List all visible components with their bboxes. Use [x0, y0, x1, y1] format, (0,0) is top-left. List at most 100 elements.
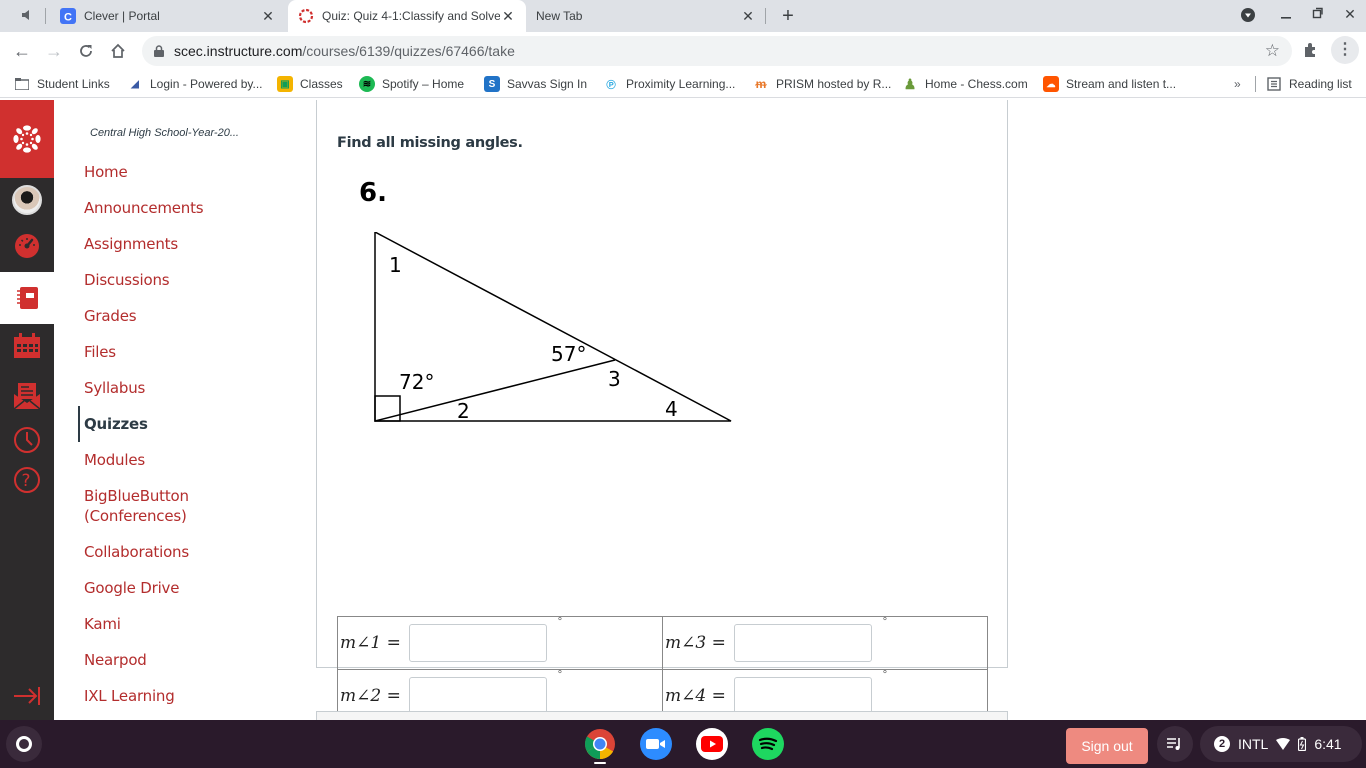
course-nav-grades[interactable]: Grades	[84, 306, 137, 326]
angle-2-input[interactable]	[409, 677, 548, 715]
bookmark-classes[interactable]: ▣ Classes	[277, 75, 343, 93]
profile-dropdown-icon[interactable]	[1238, 7, 1258, 26]
course-nav-announcements[interactable]: Announcements	[84, 198, 204, 218]
angle-2-label: m∠2 =	[340, 686, 401, 706]
account-nav-item[interactable]	[0, 178, 54, 222]
courses-nav-item[interactable]	[0, 272, 54, 324]
course-nav-modules[interactable]: Modules	[84, 450, 145, 470]
media-queue-icon	[1167, 738, 1180, 750]
course-nav-ixl-learning[interactable]: IXL Learning	[84, 686, 175, 706]
help-icon: ?	[14, 467, 40, 493]
answer-cell: m∠3 = °	[662, 616, 988, 670]
dashboard-nav-item[interactable]	[0, 224, 54, 268]
course-nav-syllabus[interactable]: Syllabus	[84, 378, 145, 398]
browser-toolbar: ← → scec.instructure.com/courses/6139/qu…	[0, 32, 1366, 70]
inbox-nav-item[interactable]	[0, 374, 54, 418]
close-window-button[interactable]: ✕	[1340, 6, 1360, 23]
course-nav-bigbluebutton[interactable]: BigBlueButton (Conferences)	[84, 486, 214, 526]
address-bar[interactable]: scec.instructure.com/courses/6139/quizze…	[142, 36, 1292, 66]
classroom-icon: ▣	[277, 76, 293, 92]
clever-icon: C	[60, 8, 76, 24]
tab-quiz[interactable]: Quiz: Quiz 4-1:Classify and Solve ✕	[288, 0, 526, 32]
close-tab-icon[interactable]: ✕	[260, 8, 276, 25]
media-controls-button[interactable]	[1157, 726, 1193, 762]
angle-4-label: m∠4 =	[665, 686, 726, 706]
youtube-app-icon[interactable]	[696, 728, 728, 760]
angle-label-3: 3	[608, 367, 621, 391]
angle-1-input[interactable]	[409, 624, 548, 662]
bookmark-login[interactable]: ◢ Login - Powered by...	[127, 75, 262, 93]
given-angle-72: 72°	[399, 370, 434, 394]
close-tab-icon[interactable]: ✕	[740, 8, 756, 25]
reading-list-label: Reading list	[1289, 77, 1352, 91]
home-button[interactable]	[107, 40, 129, 62]
close-tab-icon[interactable]: ✕	[500, 8, 516, 25]
angle-4-input[interactable]	[734, 677, 873, 715]
chrome-menu-button[interactable]: ⋮	[1331, 36, 1359, 64]
course-nav-home[interactable]: Home	[84, 162, 128, 182]
input-method: INTL	[1238, 736, 1269, 752]
audio-icon[interactable]	[20, 8, 36, 24]
tab-new-tab[interactable]: New Tab ✕	[528, 0, 764, 32]
course-nav-assignments[interactable]: Assignments	[84, 234, 178, 254]
active-app-indicator	[594, 762, 606, 764]
login-icon: ◢	[131, 78, 139, 90]
status-tray[interactable]: 2 INTL 6:41	[1200, 726, 1362, 762]
bookmark-separator	[1255, 76, 1256, 92]
course-nav-files[interactable]: Files	[84, 342, 116, 362]
new-tab-button[interactable]: +	[778, 6, 798, 26]
active-indicator	[78, 406, 80, 442]
forward-button[interactable]: →	[43, 40, 65, 62]
canvas-logo-button[interactable]	[0, 100, 54, 178]
canvas-logo-icon	[13, 125, 41, 153]
bookmark-soundcloud[interactable]: ☁ Stream and listen t...	[1043, 75, 1176, 93]
angle-3-input[interactable]	[734, 624, 873, 662]
zoom-app-icon[interactable]	[640, 728, 672, 760]
answer-table: m∠1 = ° m∠3 = ° m∠2 = ° m∠4 = °	[337, 616, 988, 720]
tab-separator	[765, 8, 766, 24]
question-box: Find all missing angles. 6. 1 2 3 4 72° …	[316, 100, 1008, 720]
reading-list-button[interactable]: Reading list	[1266, 75, 1352, 93]
angle-label-1: 1	[389, 253, 402, 277]
sign-out-button[interactable]: Sign out	[1066, 728, 1148, 764]
bookmark-label: PRISM hosted by R...	[776, 77, 892, 91]
course-nav-quizzes[interactable]: Quizzes	[84, 414, 148, 434]
bookmark-star-icon[interactable]: ☆	[1265, 41, 1280, 61]
degree-symbol: °	[557, 616, 563, 628]
tab-clever[interactable]: C Clever | Portal ✕	[52, 0, 284, 32]
course-nav-discussions[interactable]: Discussions	[84, 270, 170, 290]
collapse-nav-button[interactable]	[0, 674, 54, 718]
tab-strip: C Clever | Portal ✕ Quiz: Quiz 4-1:Class…	[0, 0, 1366, 32]
clock-time: 6:41	[1314, 736, 1342, 752]
course-nav-google-drive[interactable]: Google Drive	[84, 578, 179, 598]
calendar-nav-item[interactable]	[0, 324, 54, 368]
course-nav-nearpod[interactable]: Nearpod	[84, 650, 147, 670]
bookmark-chess[interactable]: ♟ Home - Chess.com	[902, 75, 1028, 93]
given-angle-57: 57°	[551, 342, 586, 366]
tab-title: Clever | Portal	[84, 9, 160, 23]
bookmark-student-links[interactable]: Student Links	[14, 75, 110, 93]
bookmarks-overflow-button[interactable]: »	[1234, 75, 1241, 93]
bookmark-savvas[interactable]: S Savvas Sign In	[484, 75, 587, 93]
reload-button[interactable]	[75, 40, 97, 62]
help-nav-item[interactable]: ?	[0, 458, 54, 502]
back-button[interactable]: ←	[11, 40, 33, 62]
spotify-app-icon[interactable]	[752, 728, 784, 760]
restore-button[interactable]	[1308, 6, 1328, 23]
chrome-app-icon[interactable]	[584, 728, 616, 760]
question-number: 6.	[359, 178, 387, 208]
degree-symbol: °	[882, 669, 888, 681]
course-nav-kami[interactable]: Kami	[84, 614, 121, 634]
history-nav-item[interactable]	[0, 418, 54, 462]
bookmark-spotify[interactable]: ≋ Spotify – Home	[359, 75, 464, 93]
launcher-button[interactable]	[6, 726, 42, 762]
bookmark-prism[interactable]: ᵯ PRISM hosted by R...	[753, 75, 892, 93]
extensions-icon[interactable]	[1302, 41, 1320, 59]
inbox-icon	[13, 383, 41, 410]
course-nav-collaborations[interactable]: Collaborations	[84, 542, 189, 562]
prism-icon: ᵯ	[755, 77, 767, 91]
bookmark-label: Stream and listen t...	[1066, 77, 1177, 91]
angle-3-label: m∠3 =	[665, 633, 726, 653]
bookmark-proximity[interactable]: ℗ Proximity Learning...	[603, 75, 735, 93]
minimize-button[interactable]	[1276, 6, 1296, 23]
